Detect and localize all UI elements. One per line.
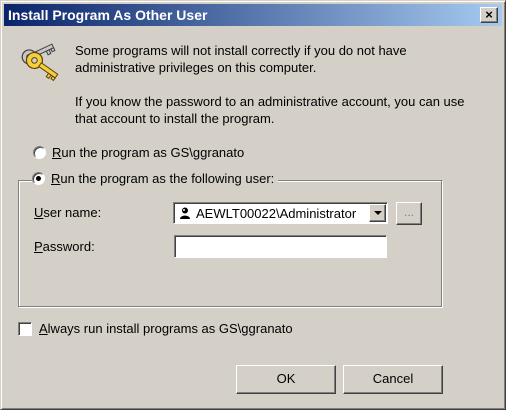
- always-run-as-label: Always run install programs as GS\ggrana…: [39, 321, 293, 336]
- run-as-current-user-label: Run the program as GS\ggranato: [52, 145, 245, 160]
- password-field[interactable]: [174, 235, 387, 258]
- close-button[interactable]: ×: [480, 7, 498, 23]
- username-label: User name:: [34, 205, 102, 220]
- always-run-as-checkbox[interactable]: [18, 321, 32, 336]
- intro-paragraph-password: If you know the password to an administr…: [75, 94, 465, 126]
- dialog-title: Install Program As Other User: [8, 7, 208, 23]
- browse-users-button[interactable]: ...: [396, 202, 422, 225]
- intro-paragraph-privileges: Some programs will not install correctly…: [75, 43, 407, 75]
- run-as-other-user-radio[interactable]: [32, 172, 45, 185]
- keys-icon: [21, 43, 59, 82]
- username-combobox[interactable]: AEWLT00022\Administrator: [173, 202, 388, 224]
- chevron-down-icon[interactable]: [369, 204, 386, 222]
- title-bar[interactable]: Install Program As Other User ×: [4, 4, 502, 26]
- password-label: Password:: [34, 239, 95, 254]
- intro-text: Some programs will not install correctly…: [75, 42, 485, 144]
- run-as-other-user-label: Run the program as the following user:: [51, 171, 275, 186]
- user-account-icon: [180, 207, 190, 219]
- install-as-dialog: Install Program As Other User × Some pro…: [0, 0, 506, 410]
- username-value: AEWLT00022\Administrator: [196, 206, 357, 221]
- run-as-current-user-option[interactable]: Run the program as GS\ggranato: [33, 145, 244, 160]
- run-as-current-user-radio[interactable]: [33, 146, 46, 159]
- cancel-button[interactable]: Cancel: [343, 365, 443, 394]
- run-as-other-user-option[interactable]: Run the program as the following user:: [32, 171, 279, 186]
- always-run-as-option[interactable]: Always run install programs as GS\ggrana…: [18, 321, 293, 336]
- ok-button[interactable]: OK: [236, 365, 336, 394]
